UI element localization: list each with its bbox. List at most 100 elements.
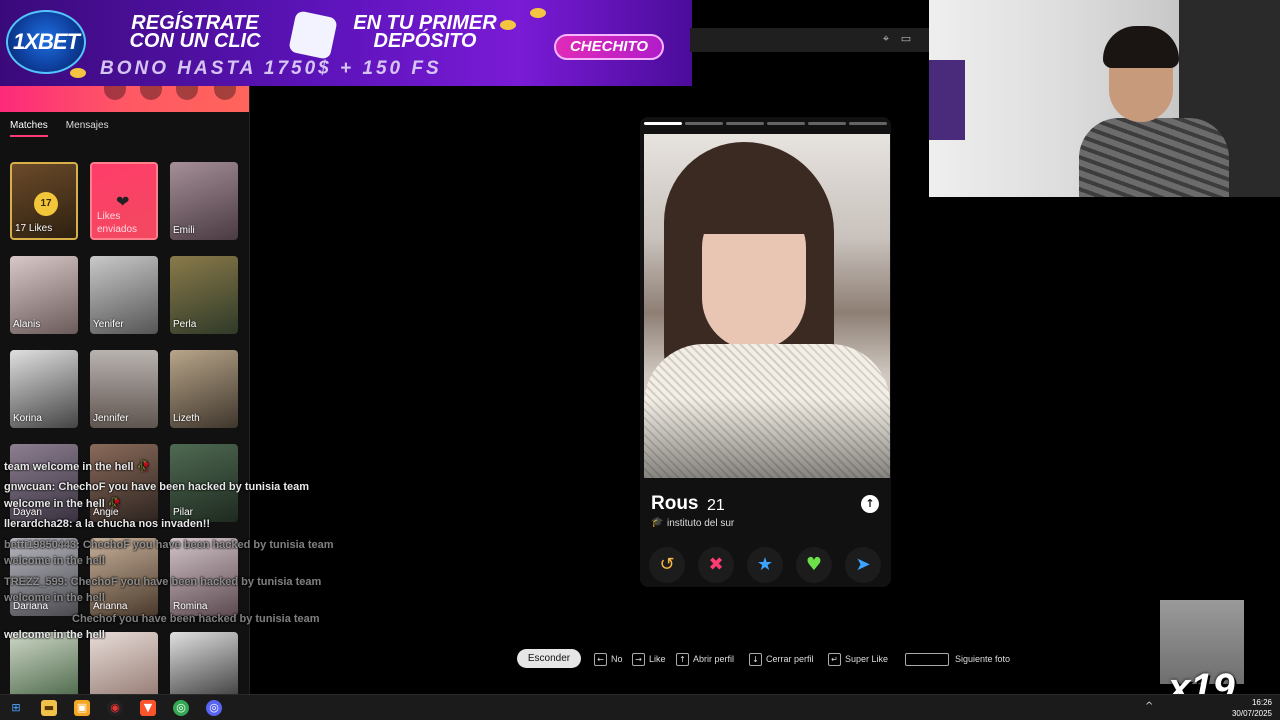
profile-photo[interactable] [644,134,890,478]
match-tile[interactable]: Emili [170,162,238,240]
sidebar-tabs: Matches Mensajes [10,120,109,137]
hint-like: → Like [632,649,666,669]
open-profile-button[interactable]: ↑ [861,495,879,513]
cast-icon[interactable]: ▭ [900,33,912,45]
store-icon[interactable]: ▣ [74,700,90,716]
photo-progress-segment [726,122,764,125]
photo-progress-segment [767,122,805,125]
sponsor-banner[interactable]: 1XBET REGÍSTRATE CON UN CLIC EN TU PRIME… [0,0,692,86]
chat-message: llerardcha28: a la chucha nos invaden!! [4,518,211,530]
hint-no: ← No [594,649,623,669]
like-button[interactable]: ♥ [796,547,832,583]
promo-code-badge: CHECHITO [554,34,664,60]
chat-message: betti19850443: ChechoF you have been hac… [4,539,334,551]
header-icon[interactable] [176,86,198,100]
match-tile[interactable]: Korina [10,350,78,428]
boost-button[interactable]: ➤ [845,547,881,583]
file-explorer-icon[interactable]: ▬ [41,700,57,716]
hint-label: Super Like [845,654,889,664]
down-arrow-key-icon: ↓ [749,653,762,667]
match-tile[interactable] [170,632,238,694]
header-icon[interactable] [104,86,126,100]
space-key-icon [905,653,949,667]
action-buttons: ↺ ✖ ★ ♥ ➤ [648,547,883,583]
sidebar-header [0,86,249,112]
streamer [1079,18,1229,197]
match-name: Emili [173,225,195,236]
super-like-button[interactable]: ★ [747,547,783,583]
match-name: Yenifer [93,319,124,330]
nope-button[interactable]: ✖ [698,547,734,583]
chat-message: Chechof you have been hacked by tunisia … [72,613,320,625]
chat-message: welcome in the hell [4,555,105,567]
likes-received-tile[interactable]: 17 17 Likes [10,162,78,240]
obs-icon[interactable]: ◉ [107,700,123,716]
chat-message: gnwcuan: ChechoF you have been hacked by… [4,481,310,493]
profile-name: Rous [651,493,699,514]
match-tile[interactable]: Lizeth [170,350,238,428]
profile-age: 21 [707,497,725,514]
chrome-icon[interactable]: ◎ [173,700,189,716]
hint-label: Cerrar perfil [766,654,814,664]
coin-icon [500,20,516,30]
chat-message: welcome in the hell [4,629,105,641]
chrome-profile-icon[interactable]: ◎ [206,700,222,716]
hide-hints-button[interactable]: Esconder [517,649,581,668]
coin-icon [530,8,546,18]
streamer-body [1079,118,1229,197]
chat-message: team welcome in the hell 🥀 [4,461,151,473]
match-name: Perla [173,319,197,330]
likes-sent-tile[interactable]: ❤ Likes enviados [90,162,158,240]
streamer-webcam [929,0,1280,197]
photo-progress-segment [685,122,723,125]
photo-progress-segment [849,122,887,125]
up-arrow-key-icon: ↑ [676,653,689,667]
windows-taskbar: ⊞ ▬ ▣ ◉ ▼ ◎ ◎ ^ 16:26 30/07/2025 [0,694,1280,720]
match-tile[interactable]: Jennifer [90,350,158,428]
right-arrow-key-icon: → [632,653,645,667]
banner-bonus-text: BONO HASTA 1750$ + 150 FS [100,58,442,79]
chat-message: TREZZ_599: ChechoF you have been hacked … [4,576,322,588]
match-tile[interactable] [10,632,78,694]
banner-headline-deposit: EN TU PRIMER DEPÓSITO [353,12,497,52]
coin-icon [70,68,86,78]
match-name: Lizeth [173,413,200,424]
hint-label: Siguiente foto [955,654,1011,664]
photo-progress-bar [644,122,887,125]
brave-browser-icon[interactable]: ▼ [140,700,156,716]
match-tile[interactable]: Perla [170,256,238,334]
banner-headline-register: REGÍSTRATE CON UN CLIC [129,12,261,52]
match-tile[interactable]: Yenifer [90,256,158,334]
photo-progress-segment [644,122,682,125]
hint-open-profile: ↑ Abrir perfil [676,649,734,669]
rewind-button[interactable]: ↺ [649,547,685,583]
browser-address-bar[interactable]: ⌖ ▭ [690,28,930,52]
likes-sent-label: Likes enviados [97,211,138,235]
hint-label: No [611,654,623,664]
header-icon[interactable] [140,86,162,100]
hearts-icon: ❤ [116,194,130,211]
likes-count-badge: 17 [34,192,58,216]
location-icon[interactable]: ⌖ [880,33,892,45]
hint-next-photo: Siguiente foto [905,649,1010,669]
header-icon[interactable] [214,86,236,100]
match-tile[interactable] [90,632,158,694]
hint-close-profile: ↓ Cerrar perfil [749,649,814,669]
windows-start-icon[interactable]: ⊞ [8,700,24,716]
match-tile[interactable]: Alanis [10,256,78,334]
match-name: Pilar [173,507,194,518]
clock-date: 30/07/2025 [1231,709,1272,718]
match-name: Alanis [13,319,41,330]
enter-key-icon: ↵ [828,653,841,667]
clock-time: 16:26 [1251,698,1272,707]
tab-matches[interactable]: Matches [10,120,48,137]
profile-school: instituto del sur [667,518,735,529]
chat-message: welcome in the hell 🥀 [4,498,122,510]
system-clock[interactable]: 16:26 30/07/2025 [1232,697,1272,719]
streamer-hair [1103,26,1179,68]
tab-messages[interactable]: Mensajes [66,120,109,137]
tray-expand-icon[interactable]: ^ [1145,701,1153,712]
match-name: Jennifer [93,413,129,424]
profile-card[interactable]: Rous 21 🎓 instituto del sur ↑ ↺ ✖ ★ ♥ ➤ [640,117,891,587]
photo-progress-segment [808,122,846,125]
